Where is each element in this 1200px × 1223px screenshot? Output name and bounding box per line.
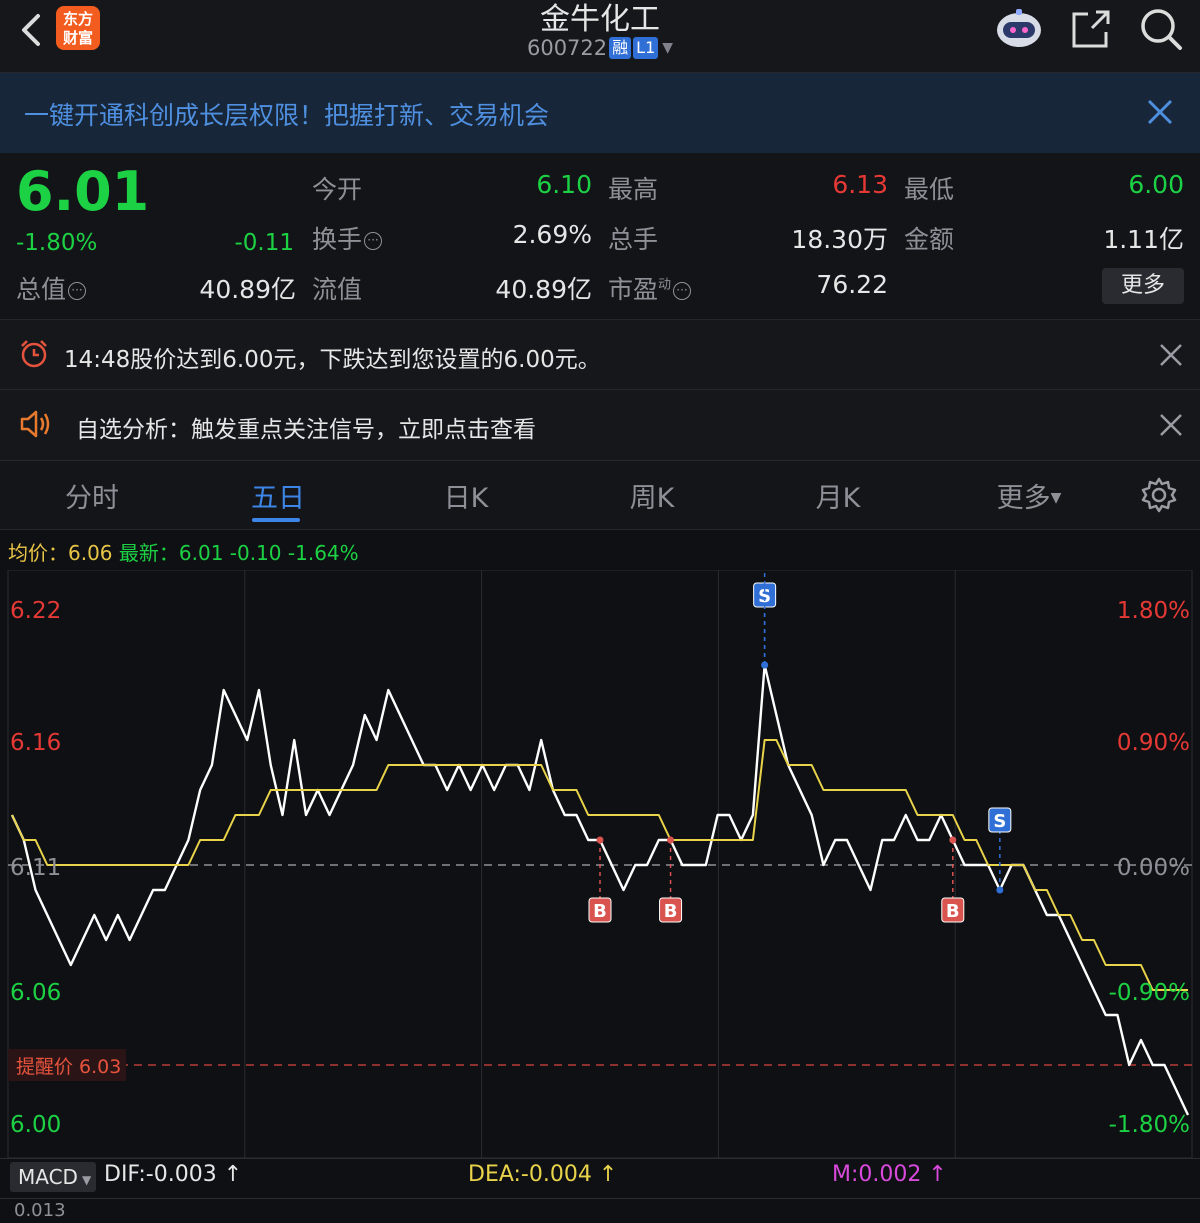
alert-price-label: 提醒价 6.03 (16, 1056, 121, 1078)
active-tab-indicator (252, 518, 300, 522)
tab-daily-k[interactable]: 日K (416, 476, 516, 515)
macd-dif: DIF:-0.003 ↑ (104, 1162, 243, 1187)
tab-weekly-k[interactable]: 周K (602, 476, 702, 515)
tab-more[interactable]: 更多▼ (974, 476, 1084, 515)
turnover-value: 2.69% (512, 220, 592, 249)
macd-dea: DEA:-0.004 ↑ (468, 1162, 618, 1187)
y-tick-right: 0.00% (1117, 855, 1190, 881)
y-tick-left: 6.16 (10, 730, 61, 756)
low-value: 6.00 (1128, 170, 1184, 199)
alert-line-group: 提醒价 6.03 (8, 1049, 1192, 1081)
trade-mark-dot (949, 836, 957, 844)
amount-label: 金额 (904, 225, 955, 254)
arrow-up-icon: ↑ (223, 1162, 243, 1187)
latest-price-label: 最新： (118, 541, 179, 565)
buy-mark-label: B (664, 901, 678, 922)
open-value: 6.10 (536, 170, 592, 199)
pe-dynamic-sup: 动 (658, 277, 672, 293)
y-tick-left: 6.11 (10, 855, 61, 881)
avg-price-value: 6.06 (68, 541, 113, 565)
volume-label: 总手 (608, 225, 659, 254)
y-tick-right: 1.80% (1117, 598, 1190, 624)
latest-price-value: 6.01 (178, 541, 224, 565)
caret-down-icon: ▼ (1050, 490, 1062, 506)
info-icon[interactable]: ··· (673, 282, 692, 300)
more-quote-button[interactable]: 更多 (1102, 268, 1184, 304)
macd-m: M:0.002 ↑ (832, 1162, 947, 1187)
margin-tag: 融 (609, 37, 632, 59)
float-value-label: 流值 (312, 275, 363, 304)
change-percent: -1.80% (16, 230, 98, 256)
arrow-up-icon: ↑ (928, 1162, 947, 1187)
tab-intraday[interactable]: 分时 (42, 476, 142, 515)
share-icon[interactable] (1068, 6, 1114, 52)
app-logo: 东方 财富 (56, 6, 100, 50)
sell-mark-label: S (993, 811, 1006, 832)
y-tick-right: -1.80% (1109, 1112, 1190, 1138)
trade-mark-dot (996, 886, 1004, 894)
y-tick-left: 6.00 (10, 1112, 61, 1138)
latest-change-pct: -1.64% (287, 541, 359, 565)
price-alert-text[interactable]: 14:48股价达到6.00元，下跌达到您设置的6.00元。 (64, 340, 601, 374)
alarm-clock-icon (21, 340, 47, 368)
y-tick-right: 0.90% (1117, 730, 1190, 756)
y-tick-left: 6.06 (10, 980, 61, 1006)
close-icon[interactable] (1144, 96, 1176, 128)
trade-marks: BBBSSS (588, 570, 1012, 923)
caret-down-icon[interactable]: ▼ (662, 40, 673, 56)
gear-icon[interactable] (1140, 476, 1178, 514)
buy-mark-label: B (946, 901, 960, 922)
amount-value: 1.11亿 (1103, 225, 1184, 254)
trade-mark-dot (596, 836, 604, 844)
macd-chart-area (0, 1198, 1200, 1223)
stock-name: 金牛化工 (540, 2, 660, 37)
stock-code: 600722 (526, 36, 608, 60)
trade-mark-dot (761, 661, 769, 669)
float-value: 40.89亿 (495, 275, 592, 304)
chart-legend: 均价：6.06 最新：6.01 -0.10 -1.64% (8, 537, 359, 566)
info-icon[interactable]: ··· (68, 282, 87, 300)
analysis-alert-text[interactable]: 自选分析：触发重点关注信号，立即点击查看 (76, 410, 536, 444)
change-amount: -0.11 (234, 230, 294, 256)
pe-value: 76.22 (816, 270, 888, 299)
level-tag: L1 (633, 37, 659, 59)
pe-label: 市盈动 ··· (608, 270, 692, 306)
buy-mark-label: B (593, 901, 607, 922)
search-icon[interactable] (1138, 6, 1184, 52)
open-label: 今开 (312, 175, 363, 204)
robot-assistant-icon[interactable] (994, 6, 1044, 50)
back-arrow-icon[interactable] (14, 10, 50, 50)
close-icon[interactable] (1158, 342, 1184, 368)
five-day-price-chart[interactable]: 提醒价 6.03 BBBSSS 6.226.166.116.066.001.80… (0, 570, 1200, 1160)
avg-price-label: 均价： (8, 541, 68, 565)
high-label: 最高 (608, 175, 659, 204)
stock-code-row[interactable]: 600722 融 L1 ▼ (400, 36, 800, 60)
y-tick-left: 6.22 (10, 598, 61, 624)
speaker-icon (20, 410, 50, 438)
high-value: 6.13 (832, 170, 888, 199)
turnover-label: 换手 ··· (312, 220, 383, 256)
promo-banner-text[interactable]: 一键开通科创成长层权限！把握打新、交易机会 (24, 96, 549, 132)
trade-mark-dot (667, 836, 675, 844)
y-tick-right: -0.90% (1109, 980, 1190, 1006)
tab-monthly-k[interactable]: 月K (788, 476, 888, 515)
arrow-up-icon: ↑ (598, 1162, 618, 1187)
low-label: 最低 (904, 175, 955, 204)
info-icon[interactable]: ··· (364, 232, 383, 250)
caret-down-icon: ▼ (81, 1173, 92, 1187)
indicator-select[interactable]: MACD ▼ (10, 1162, 96, 1192)
latest-change: -0.10 (229, 541, 282, 565)
total-value-label: 总值 ··· (16, 270, 87, 306)
current-price: 6.01 (16, 160, 150, 223)
macd-axis-top: 0.013 (14, 1200, 66, 1221)
total-value: 40.89亿 (199, 275, 296, 304)
close-icon[interactable] (1158, 412, 1184, 438)
tab-five-day[interactable]: 五日 (228, 476, 328, 515)
volume-value: 18.30万 (791, 225, 888, 254)
